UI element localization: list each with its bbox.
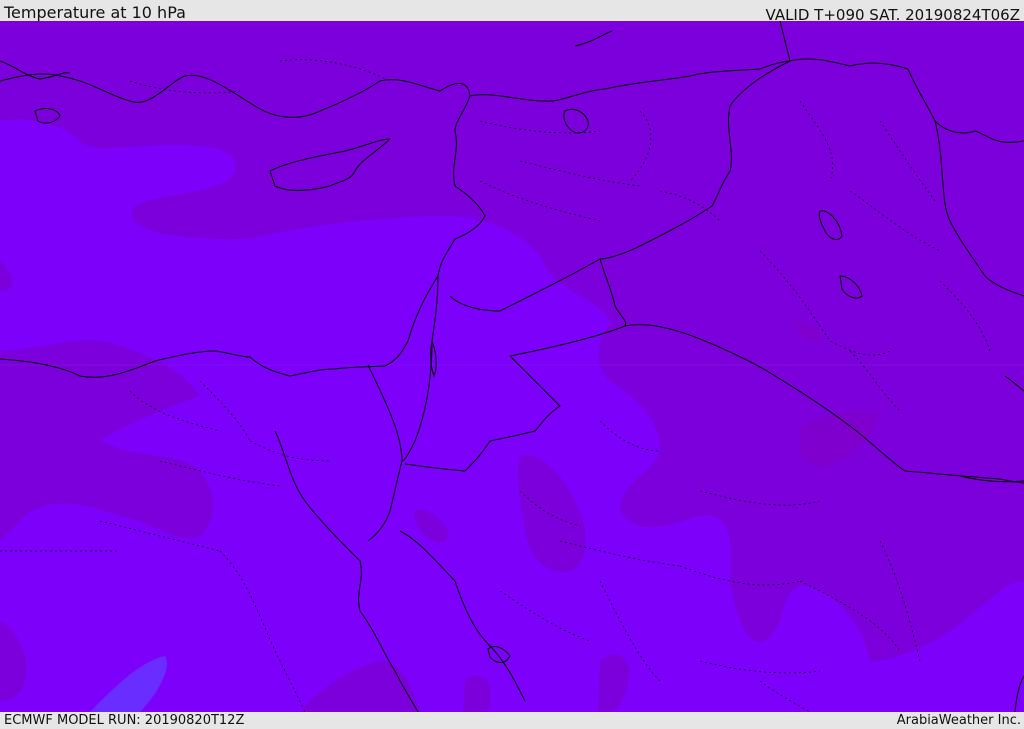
temperature-map[interactable] [0, 21, 1024, 712]
temperature-field-patch-south-center [463, 675, 491, 712]
map-panel[interactable] [0, 21, 1024, 712]
footer-bar: ECMWF MODEL RUN: 20190820T12Z ArabiaWeat… [0, 712, 1024, 729]
credit: ArabiaWeather Inc. [896, 713, 1021, 728]
model-run: ECMWF MODEL RUN: 20190820T12Z [4, 713, 245, 728]
map-title: Temperature at 10 hPa [4, 3, 186, 22]
header-bar: Temperature at 10 hPa VALID T+090 SAT. 2… [0, 0, 1024, 24]
